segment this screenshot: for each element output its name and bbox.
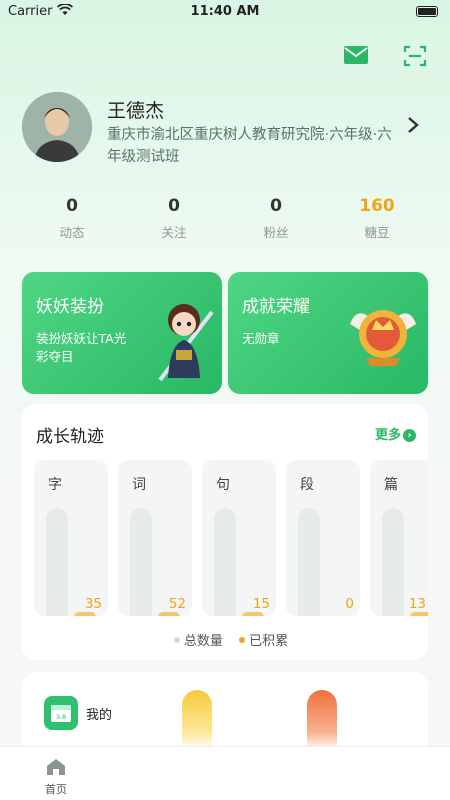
progress-fill — [242, 612, 264, 616]
column-value: 13 — [408, 596, 426, 612]
more-link[interactable]: 更多 › — [375, 424, 416, 443]
clock: 11:40 AM — [190, 4, 260, 19]
stat-candy[interactable]: 160 糖豆 — [332, 196, 422, 241]
legend-dot-accumulated — [239, 637, 246, 643]
avatar[interactable] — [22, 92, 92, 162]
medal-badge-icon — [346, 294, 420, 374]
yellow-capsule-decoration — [182, 690, 212, 750]
growth-track-panel: 成长轨迹 更多 › 字 35 词 52 句 15 段 0 篇 13 总数量 已积累 — [22, 404, 428, 660]
battery-icon — [416, 6, 438, 17]
column-label: 字 — [48, 477, 62, 493]
column-value: 52 — [168, 596, 186, 612]
home-icon — [28, 757, 84, 781]
stat-following[interactable]: 0 关注 — [129, 196, 219, 241]
column-label: 词 — [132, 477, 146, 493]
chart-legend: 总数量 已积累 — [22, 630, 428, 649]
achievement-subtitle: 无勋章 — [242, 331, 280, 346]
progress-track — [46, 508, 68, 616]
growth-column-article[interactable]: 篇 13 — [370, 460, 428, 616]
achievement-title: 成就荣耀 — [242, 297, 310, 317]
orange-capsule-decoration — [307, 690, 337, 750]
stat-posts[interactable]: 0 动态 — [27, 196, 117, 241]
chevron-right-icon[interactable] — [407, 116, 419, 138]
more-label: 更多 — [374, 428, 401, 443]
progress-fill — [74, 612, 96, 616]
tab-home-label: 首页 — [45, 783, 67, 796]
column-label: 篇 — [384, 477, 398, 493]
stat-value: 160 — [359, 196, 395, 216]
stat-label: 关注 — [161, 225, 187, 240]
column-value: 0 — [345, 596, 354, 612]
user-name: 王德杰 — [107, 100, 165, 122]
column-value: 35 — [84, 596, 102, 612]
growth-column-word[interactable]: 词 52 — [118, 460, 192, 616]
dress-up-subtitle: 装扮妖妖让TA光彩夺目 — [36, 331, 127, 364]
my-card-label: 我的 — [86, 708, 113, 723]
legend-total: 总数量 — [183, 634, 223, 649]
dress-up-card[interactable]: 妖妖装扮 装扮妖妖让TA光彩夺目 — [22, 272, 222, 394]
column-value: 15 — [252, 596, 270, 612]
school-info: 重庆市渝北区重庆树人教育研究院·六年级·六年级测试班 — [107, 127, 392, 165]
stat-label: 糖豆 — [364, 225, 390, 240]
progress-track — [382, 508, 404, 616]
calendar-icon: 3-8 — [44, 696, 78, 730]
stat-label: 粉丝 — [263, 225, 289, 240]
scan-icon[interactable] — [403, 44, 427, 72]
chevron-right-icon: › — [403, 429, 416, 442]
growth-column-paragraph[interactable]: 段 0 — [286, 460, 360, 616]
stat-value: 0 — [168, 196, 180, 216]
growth-title: 成长轨迹 — [36, 427, 104, 447]
tab-bar: 首页 — [0, 746, 450, 800]
stat-fans[interactable]: 0 粉丝 — [231, 196, 321, 241]
progress-fill — [410, 612, 428, 616]
growth-column-sentence[interactable]: 句 15 — [202, 460, 276, 616]
stat-value: 0 — [66, 196, 78, 216]
column-label: 段 — [300, 477, 314, 493]
progress-fill — [158, 612, 180, 616]
legend-accumulated: 已积累 — [249, 634, 289, 649]
stat-label: 动态 — [59, 225, 85, 240]
growth-column-char[interactable]: 字 35 — [34, 460, 108, 616]
stat-value: 0 — [270, 196, 282, 216]
progress-track — [298, 508, 320, 616]
achievement-card[interactable]: 成就荣耀 无勋章 — [228, 272, 428, 394]
progress-track — [130, 508, 152, 616]
progress-track — [214, 508, 236, 616]
legend-dot-total — [173, 637, 180, 643]
status-bar: Carrier 11:40 AM — [0, 0, 450, 24]
mail-icon[interactable] — [343, 44, 369, 70]
dress-up-title: 妖妖装扮 — [36, 297, 104, 317]
character-illustration — [152, 292, 218, 386]
tab-home[interactable]: 首页 — [28, 757, 84, 797]
calendar-icon-text: 3-8 — [56, 713, 67, 721]
column-label: 句 — [216, 477, 230, 493]
